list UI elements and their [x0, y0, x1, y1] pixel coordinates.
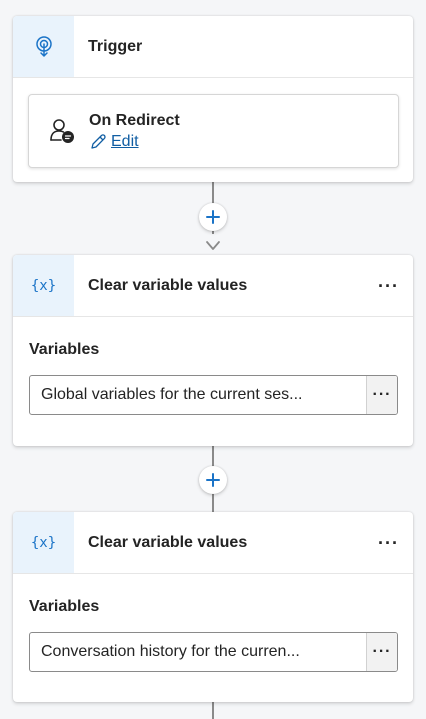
person-chat-icon	[50, 119, 74, 143]
variable-icon: {x}	[30, 277, 57, 294]
edit-link[interactable]: Edit	[89, 133, 180, 151]
clear-variable-card-1[interactable]: {x} Clear variable values ··· Variables …	[13, 255, 413, 446]
trigger-title: Trigger	[88, 37, 143, 55]
trigger-event-name: On Redirect	[89, 111, 180, 129]
plus-icon	[206, 473, 220, 487]
add-node-button-1[interactable]	[199, 203, 227, 231]
pencil-icon	[91, 133, 106, 149]
edit-label[interactable]: Edit	[111, 133, 139, 151]
variables-more-button[interactable]: ···	[366, 376, 397, 414]
variables-value[interactable]: Global variables for the current ses...	[30, 376, 366, 414]
variables-value[interactable]: Conversation history for the curren...	[30, 633, 366, 671]
node-title-2: Clear variable values	[88, 533, 248, 551]
node-header-2: {x} Clear variable values ···	[13, 512, 413, 574]
trigger-icon-box	[13, 16, 74, 77]
node-header-1: {x} Clear variable values ···	[13, 255, 413, 317]
more-options-icon[interactable]: ···	[378, 534, 399, 552]
add-node-button-2[interactable]	[199, 466, 227, 494]
redirect-text: On Redirect Edit	[89, 112, 180, 151]
trigger-body: On Redirect Edit	[13, 78, 413, 182]
variables-field[interactable]: Conversation history for the curren... ·…	[29, 632, 398, 672]
variable-icon: {x}	[30, 534, 57, 551]
node-body-1: Variables Global variables for the curre…	[13, 317, 413, 415]
trigger-icon	[35, 35, 52, 57]
plus-icon	[206, 210, 220, 224]
node-body-2: Variables Conversation history for the c…	[13, 574, 413, 672]
arrow-down-icon	[206, 241, 220, 250]
variables-more-button[interactable]: ···	[366, 633, 397, 671]
variables-label: Variables	[29, 341, 100, 358]
redirect-trigger-box[interactable]: On Redirect Edit	[28, 94, 399, 168]
variable-icon-box: {x}	[13, 255, 74, 316]
trigger-header: Trigger	[13, 16, 413, 78]
clear-variable-card-2[interactable]: {x} Clear variable values ··· Variables …	[13, 512, 413, 702]
more-options-icon[interactable]: ···	[378, 277, 399, 295]
connector-line-3	[212, 702, 214, 719]
variables-field[interactable]: Global variables for the current ses... …	[29, 375, 398, 415]
trigger-card: Trigger On Redirect Edit	[13, 16, 413, 182]
node-title-1: Clear variable values	[88, 276, 248, 294]
variables-label: Variables	[29, 598, 100, 615]
variable-icon-box: {x}	[13, 512, 74, 573]
